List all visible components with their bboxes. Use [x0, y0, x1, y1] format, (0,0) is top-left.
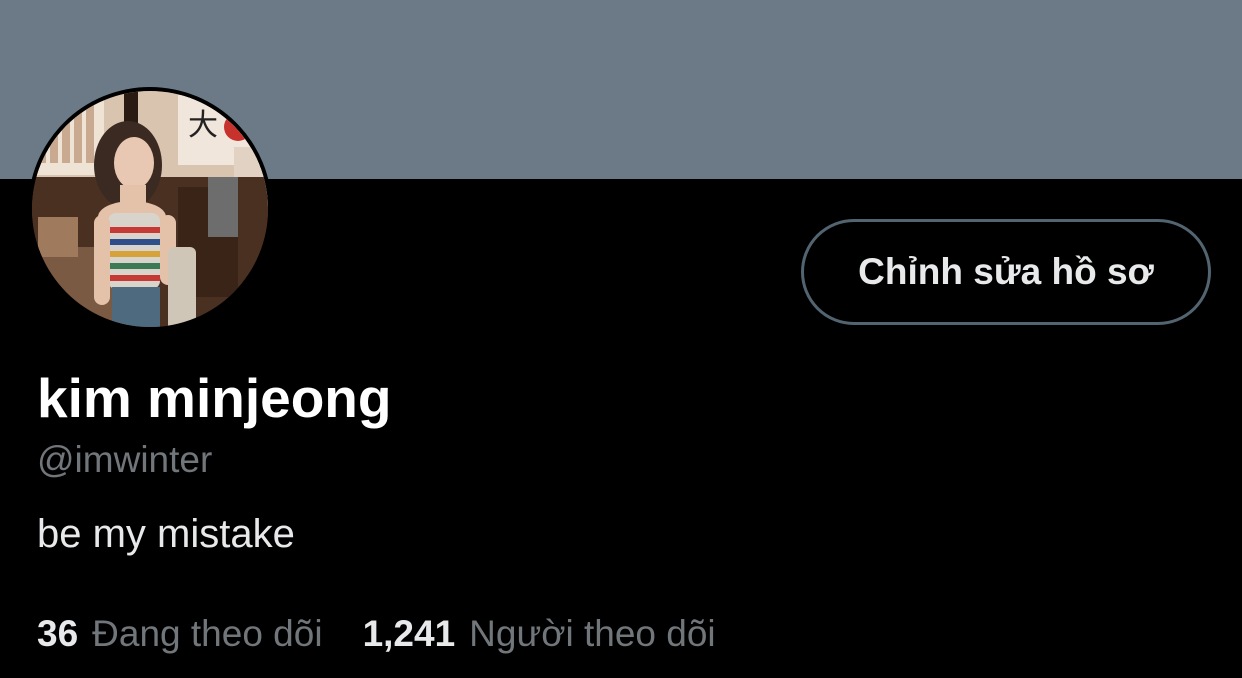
- svg-text:大: 大: [188, 108, 218, 143]
- profile-bio: be my mistake: [37, 512, 295, 556]
- profile-page: 大 Chỉnh sửa hồ sơ kim minjeong @imwinter…: [0, 0, 1242, 678]
- following-link[interactable]: 36 Đang theo dõi: [37, 610, 323, 658]
- followers-label: Người theo dõi: [469, 613, 716, 654]
- edit-profile-button[interactable]: Chỉnh sửa hồ sơ: [801, 219, 1211, 325]
- avatar[interactable]: 大: [28, 87, 272, 331]
- followers-count: 1,241: [362, 613, 456, 654]
- follow-stats: 36 Đang theo dõi 1,241 Người theo dõi: [37, 610, 716, 658]
- following-count: 36: [37, 613, 79, 654]
- following-label: Đang theo dõi: [92, 613, 323, 654]
- user-handle: @imwinter: [37, 439, 213, 480]
- avatar-photo: 大: [32, 91, 268, 327]
- display-name: kim minjeong: [37, 367, 392, 429]
- followers-link[interactable]: 1,241 Người theo dõi: [363, 610, 716, 658]
